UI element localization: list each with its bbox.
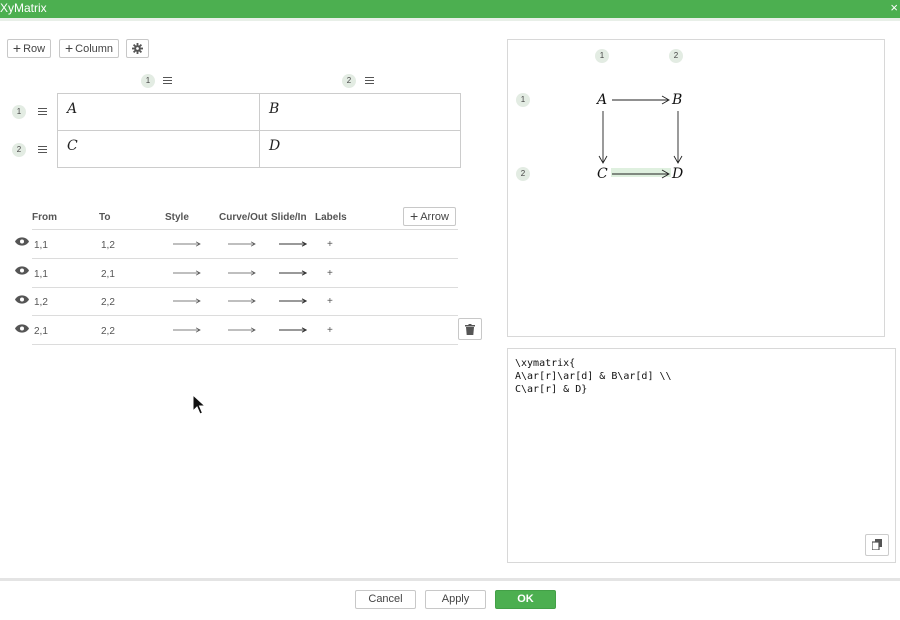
code-line: C\ar[r] & D} <box>515 384 588 395</box>
column-badge: 2 <box>342 74 356 88</box>
style-arrow-icon[interactable] <box>173 241 201 247</box>
row-divider <box>32 315 458 316</box>
eye-icon[interactable] <box>15 295 29 304</box>
arrow-c-to-d <box>612 169 670 179</box>
node-d: D <box>672 166 684 182</box>
header-labels: Labels <box>315 212 347 223</box>
plus-icon: + <box>64 40 74 56</box>
slide-arrow-icon[interactable] <box>279 241 307 247</box>
eye-icon[interactable] <box>15 237 29 246</box>
slide-arrow-icon[interactable] <box>279 270 307 276</box>
add-label-button[interactable]: + <box>327 268 333 279</box>
add-row-button[interactable]: + Row <box>7 39 51 58</box>
add-column-label: Column <box>75 43 114 55</box>
title-bar-shadow <box>0 18 900 21</box>
matrix-cell[interactable]: A <box>58 94 260 131</box>
eye-icon[interactable] <box>15 266 29 275</box>
slide-arrow-icon[interactable] <box>279 298 307 304</box>
slide-arrow-icon[interactable] <box>279 327 307 333</box>
add-arrow-button[interactable]: + Arrow <box>403 207 456 226</box>
gear-icon <box>132 43 143 54</box>
code-text[interactable]: \xymatrix{ A\ar[r]\ar[d] & B\ar[d] \\ C\ar… <box>515 357 672 396</box>
arrow-a-to-b <box>612 95 670 105</box>
close-icon[interactable]: × <box>890 0 898 15</box>
arrow-from[interactable]: 1,2 <box>34 297 48 308</box>
header-style: Style <box>165 212 189 223</box>
mouse-cursor-icon <box>192 394 206 415</box>
arrow-to[interactable]: 2,2 <box>101 326 115 337</box>
add-row-label: Row <box>23 43 46 55</box>
header-slide-in: Slide/In <box>271 212 307 223</box>
row-divider <box>32 258 458 259</box>
add-arrow-label: Arrow <box>420 211 449 223</box>
header-to: To <box>99 212 111 223</box>
arrow-from[interactable]: 1,1 <box>34 240 48 251</box>
matrix-cell[interactable]: D <box>260 131 460 167</box>
code-output[interactable]: \xymatrix{ A\ar[r]\ar[d] & B\ar[d] \\ C\ar… <box>507 348 896 563</box>
code-line: A\ar[r]\ar[d] & B\ar[d] \\ <box>515 371 672 382</box>
column-menu-icon[interactable] <box>163 77 172 85</box>
arrow-to[interactable]: 1,2 <box>101 240 115 251</box>
eye-icon[interactable] <box>15 324 29 333</box>
style-arrow-icon[interactable] <box>173 327 201 333</box>
style-arrow-icon[interactable] <box>173 298 201 304</box>
column-menu-icon[interactable] <box>365 77 374 85</box>
copy-icon <box>872 539 882 550</box>
row-badge: 1 <box>12 105 26 119</box>
style-arrow-icon[interactable] <box>173 270 201 276</box>
delete-arrow-button[interactable] <box>458 318 482 340</box>
column-badge: 1 <box>141 74 155 88</box>
row-menu-icon[interactable] <box>38 146 47 154</box>
add-label-button[interactable]: + <box>327 239 333 250</box>
settings-button[interactable] <box>126 39 149 58</box>
footer-divider <box>0 578 900 581</box>
row-badge: 2 <box>12 143 26 157</box>
add-column-button[interactable]: + Column <box>59 39 119 58</box>
curve-arrow-icon[interactable] <box>228 298 256 304</box>
curve-arrow-icon[interactable] <box>228 327 256 333</box>
matrix-cell[interactable]: C <box>58 131 260 167</box>
arrow-from[interactable]: 1,1 <box>34 269 48 280</box>
add-label-button[interactable]: + <box>327 296 333 307</box>
arrow-from[interactable]: 2,1 <box>34 326 48 337</box>
header-from: From <box>32 212 57 223</box>
code-line: \xymatrix{ <box>515 358 576 369</box>
arrow-b-to-d <box>673 111 683 164</box>
arrow-to[interactable]: 2,1 <box>101 269 115 280</box>
window-title: XyMatrix <box>0 1 47 15</box>
matrix-cell[interactable]: B <box>260 94 460 131</box>
matrix-grid: A B C D <box>57 93 461 168</box>
row-divider <box>32 287 458 288</box>
arrow-to[interactable]: 2,2 <box>101 297 115 308</box>
row-divider <box>32 229 458 230</box>
title-bar: XyMatrix × <box>0 0 900 21</box>
cancel-button[interactable]: Cancel <box>355 590 416 609</box>
node-b: B <box>672 92 683 108</box>
copy-button[interactable] <box>865 534 889 556</box>
add-label-button[interactable]: + <box>327 325 333 336</box>
row-divider <box>32 344 458 345</box>
curve-arrow-icon[interactable] <box>228 270 256 276</box>
plus-icon: + <box>12 40 22 56</box>
arrow-a-to-c <box>598 111 608 164</box>
curve-arrow-icon[interactable] <box>228 241 256 247</box>
diagram-preview: 1 2 1 2 A B C D <box>507 39 885 337</box>
apply-button[interactable]: Apply <box>425 590 486 609</box>
node-c: C <box>597 166 608 182</box>
arrows-layer <box>598 95 683 179</box>
header-curve-out: Curve/Out <box>219 212 268 223</box>
row-menu-icon[interactable] <box>38 108 47 116</box>
node-a: A <box>597 92 608 108</box>
ok-button[interactable]: OK <box>495 590 556 609</box>
plus-icon: + <box>410 208 419 224</box>
trash-icon <box>465 324 475 335</box>
